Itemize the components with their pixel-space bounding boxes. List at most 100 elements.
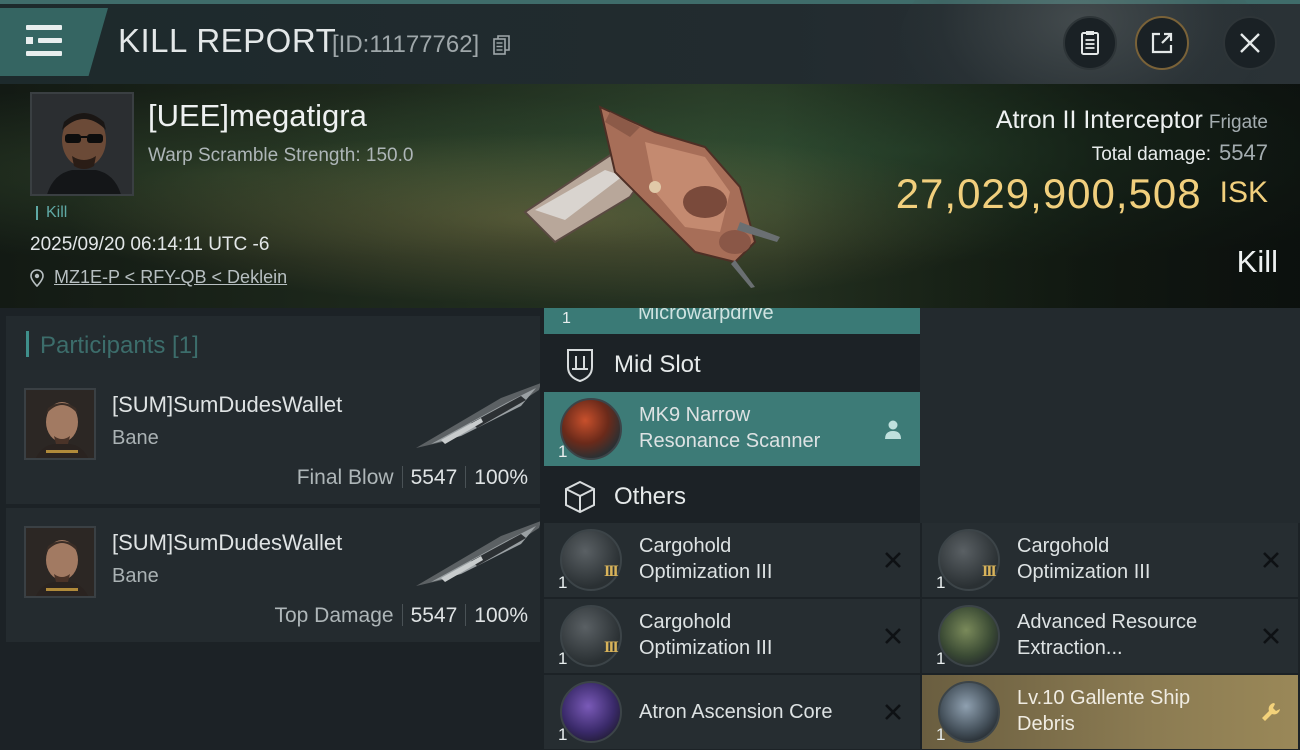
mid-slot-icon: [567, 349, 593, 383]
participant-portrait: [26, 390, 94, 458]
participant-avatar[interactable]: [24, 526, 96, 598]
participant-ship-image: [416, 521, 541, 586]
item-quantity: 1: [558, 725, 568, 744]
participants-header: Participants [1]: [6, 316, 540, 374]
kill-datetime: 2025/09/20 06:14:11 UTC -6: [30, 234, 270, 255]
item-quantity: 1: [936, 725, 946, 744]
close-icon[interactable]: [882, 701, 904, 723]
item-quantity: 1: [936, 649, 946, 668]
close-icon[interactable]: [882, 549, 904, 571]
report-id: [ID:11177762]: [332, 31, 480, 58]
item-quantity: 1: [558, 649, 568, 668]
close-icon[interactable]: [1260, 625, 1282, 647]
kill-location[interactable]: MZ1E-P < RFY-QB < Deklein: [30, 267, 287, 288]
fitting-item[interactable]: III 1 Cargohold Optimization III: [544, 523, 920, 597]
clipboard-icon: [1081, 31, 1099, 55]
participant-avatar[interactable]: [24, 388, 96, 460]
participant-damage: 5547: [410, 604, 458, 627]
ascension-core-icon: [560, 681, 622, 743]
page-title: KILL REPORT: [118, 22, 337, 59]
participant-card[interactable]: [SUM]SumDudesWallet Bane Top Damage 5547 1…: [6, 508, 541, 642]
share-button[interactable]: [1135, 16, 1189, 70]
menu-button[interactable]: [0, 8, 108, 76]
victim-subtitle: Warp Scramble Strength: 150.0: [148, 145, 414, 166]
total-damage: Total damage: 5547: [1092, 140, 1268, 166]
isk-unit: ISK: [1219, 176, 1268, 209]
item-name: Lv.10 Gallente Ship Debris: [1017, 687, 1191, 735]
item-name: Microwarpdrive: [638, 308, 774, 324]
kill-tag: Kill: [36, 205, 67, 221]
victim-ship-image: [523, 105, 780, 288]
share-icon: [1151, 32, 1173, 54]
mid-slot-title: Mid Slot: [614, 351, 701, 378]
participant-role: Top Damage: [274, 604, 394, 627]
others-header: Others: [544, 472, 920, 522]
isk-value: 27,029,900,508 ISK: [896, 170, 1268, 218]
tier-badge: III: [982, 563, 997, 580]
fittings-panel: 1 Microwarpdrive Mid Slot 1 MK9 Narrow R…: [540, 308, 1300, 750]
tier-badge: III: [604, 639, 619, 656]
portrait-image: [32, 94, 132, 194]
participant-name[interactable]: [SUM]SumDudesWallet: [112, 530, 342, 556]
participant-percent: 100%: [474, 604, 528, 627]
participant-name[interactable]: [SUM]SumDudesWallet: [112, 392, 342, 418]
location-link[interactable]: MZ1E-P < RFY-QB < Deklein: [54, 267, 287, 288]
participant-stats: Final Blow 5547 100%: [297, 466, 528, 490]
cargohold-module-icon: [560, 605, 622, 667]
item-name: Cargohold Optimization III: [639, 611, 773, 659]
item-name: Cargohold Optimization III: [1017, 535, 1151, 583]
fitting-item[interactable]: III 1 Cargohold Optimization III: [922, 523, 1298, 597]
resource-extraction-icon: [938, 605, 1000, 667]
total-damage-value: 5547: [1219, 140, 1268, 165]
ship-class: Frigate: [1208, 112, 1268, 133]
victim-banner: [UEE]megatigra Warp Scramble Strength: 1…: [0, 84, 1300, 308]
tier-badge: III: [604, 563, 619, 580]
participants-title: Participants [1]: [40, 332, 199, 359]
participant-ship: Bane: [112, 427, 159, 449]
close-icon[interactable]: [1260, 549, 1282, 571]
participant-ship: Bane: [112, 565, 159, 587]
top-bar: KILL REPORT [ID:11177762]: [0, 0, 1300, 84]
victim-ship-name[interactable]: Atron II Interceptor Frigate: [996, 106, 1268, 135]
participant-card[interactable]: [SUM]SumDudesWallet Bane Final Blow 5547 1…: [6, 370, 541, 504]
mid-slot-header: Mid Slot: [544, 340, 920, 390]
person-icon[interactable]: [882, 418, 904, 440]
location-pin-icon: [30, 268, 44, 287]
clipboard-button[interactable]: [1063, 16, 1117, 70]
participants-panel: Participants [1] [SUM]SumDudesWallet Ban…: [0, 308, 541, 750]
close-button[interactable]: [1223, 16, 1277, 70]
ship-debris-icon: [938, 681, 1000, 743]
item-name: MK9 Narrow Resonance Scanner: [639, 404, 821, 452]
victim-name[interactable]: [UEE]megatigra: [148, 98, 367, 134]
fitting-item[interactable]: 1 Lv.10 Gallente Ship Debris: [922, 675, 1298, 749]
cargohold-module-icon: [938, 529, 1000, 591]
item-quantity: 1: [562, 310, 571, 327]
participant-ship-image: [416, 383, 541, 448]
copy-icon[interactable]: [493, 34, 511, 56]
fitting-item-partial[interactable]: 1 Microwarpdrive: [544, 308, 920, 334]
victim-avatar[interactable]: [30, 92, 134, 196]
fitting-item[interactable]: 1 Advanced Resource Extraction...: [922, 599, 1298, 673]
participant-percent: 100%: [474, 466, 528, 489]
ship-name-text: Atron II Interceptor: [995, 106, 1203, 134]
others-title: Others: [614, 483, 687, 510]
participant-stats: Top Damage 5547 100%: [274, 604, 528, 628]
close-icon: [1240, 33, 1260, 53]
menu-icon: [26, 25, 62, 57]
scanner-module-icon: [560, 398, 622, 460]
fitting-item[interactable]: 1 Atron Ascension Core: [544, 675, 920, 749]
total-damage-label: Total damage:: [1091, 144, 1212, 165]
item-name: Advanced Resource Extraction...: [1017, 611, 1198, 659]
item-quantity: 1: [558, 573, 568, 592]
item-quantity: 1: [936, 573, 946, 592]
result-label: Kill: [1236, 244, 1278, 279]
close-icon[interactable]: [882, 625, 904, 647]
item-quantity: 1: [558, 442, 568, 461]
participant-role: Final Blow: [296, 466, 394, 489]
fitting-item[interactable]: III 1 Cargohold Optimization III: [544, 599, 920, 673]
item-name: Cargohold Optimization III: [639, 535, 773, 583]
isk-amount: 27,029,900,508: [895, 170, 1202, 217]
wrench-icon[interactable]: [1260, 701, 1282, 723]
cargohold-module-icon: [560, 529, 622, 591]
fitting-item[interactable]: 1 MK9 Narrow Resonance Scanner: [544, 392, 920, 466]
